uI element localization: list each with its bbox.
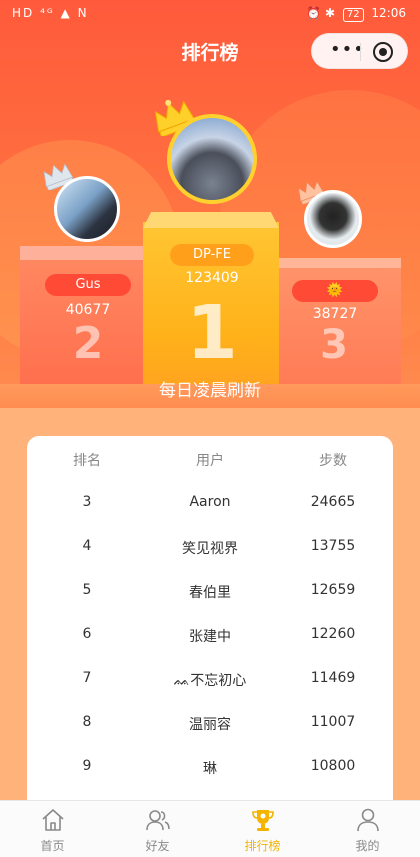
row-rank: 3 [82, 494, 92, 510]
row-user: 琳 [203, 761, 217, 777]
third-steps: 38727 [312, 306, 358, 322]
header-rank: 排名 [73, 453, 101, 469]
tab-ranking[interactable]: 排行榜 [210, 807, 315, 854]
tab-friends-label: 好友 [145, 839, 170, 853]
row-steps: 10800 [310, 758, 356, 774]
table-row[interactable]: 6 张建中 12260 [27, 626, 393, 670]
avatar-third [304, 190, 362, 248]
table-row[interactable]: 4 笑见视界 13755 [27, 538, 393, 582]
status-time: 12:06 [371, 6, 406, 20]
table-header: 排名 用户 步数 [27, 450, 393, 472]
row-user: Aaron [189, 494, 231, 510]
tab-home-label: 首页 [40, 839, 65, 853]
close-miniprogram-icon[interactable] [373, 42, 393, 62]
alarm-icon: ⏰ ✱ [306, 6, 336, 20]
table-row[interactable]: 9 琳 10800 [27, 758, 393, 802]
tab-friends[interactable]: 好友 [105, 807, 210, 854]
table-row[interactable]: 8 温丽容 11007 [27, 714, 393, 758]
row-user: 春伯里 [189, 585, 231, 601]
header-user: 用户 [196, 453, 224, 469]
trophy-icon [251, 810, 274, 831]
refresh-note: 每日凌晨刷新 [159, 381, 261, 401]
row-user: 张建中 [189, 629, 231, 645]
third-name: 🌞 [292, 280, 378, 302]
first-rank-number: 1 [186, 290, 238, 376]
row-user: 温丽容 [189, 717, 231, 733]
table-row[interactable]: 3 Aaron 24665 [27, 494, 393, 538]
row-user: ᨐ不忘初心 [173, 673, 247, 689]
profile-icon [356, 808, 379, 832]
ranking-list: 排名 用户 步数 3 Aaron 24665 4 笑见视界 13755 5 春伯… [27, 436, 393, 806]
row-steps: 12659 [310, 582, 356, 598]
header-steps: 步数 [319, 453, 347, 469]
row-steps: 11007 [310, 714, 356, 730]
row-rank: 6 [82, 626, 92, 642]
third-rank-number: 3 [320, 322, 348, 368]
status-right: ⏰ ✱ 72 12:06 [306, 6, 406, 22]
row-steps: 12260 [310, 626, 356, 642]
table-row[interactable]: 7 ᨐ不忘初心 11469 [27, 670, 393, 714]
second-steps: 40677 [65, 302, 111, 318]
status-left-icons: HD ⁴ᴳ ▲ N [12, 6, 89, 20]
row-rank: 4 [82, 538, 92, 554]
row-rank: 5 [82, 582, 92, 598]
tab-bar: 首页 好友 排行榜 我的 [0, 800, 420, 857]
row-steps: 11469 [310, 670, 356, 686]
row-steps: 24665 [310, 494, 356, 510]
battery-icon: 72 [342, 8, 364, 22]
row-rank: 8 [82, 714, 92, 730]
tab-ranking-label: 排行榜 [244, 839, 281, 853]
home-icon [41, 809, 64, 831]
table-row[interactable]: 5 春伯里 12659 [27, 582, 393, 626]
avatar-first [167, 114, 257, 204]
tab-home[interactable]: 首页 [0, 807, 105, 854]
row-user: 笑见视界 [182, 541, 238, 557]
row-rank: 9 [82, 758, 92, 774]
second-rank-number: 2 [72, 318, 104, 369]
miniprogram-capsule[interactable]: ••• [311, 33, 408, 69]
status-bar: HD ⁴ᴳ ▲ N ⏰ ✱ 72 12:06 [0, 0, 420, 28]
row-rank: 7 [82, 670, 92, 686]
first-name: DP-FE [170, 244, 254, 266]
friends-icon [145, 810, 170, 831]
avatar-second [54, 176, 120, 242]
tab-profile-label: 我的 [355, 839, 380, 853]
row-steps: 13755 [310, 538, 356, 554]
first-steps: 123409 [185, 270, 239, 286]
second-name: Gus [45, 274, 131, 296]
tab-profile[interactable]: 我的 [315, 807, 420, 854]
